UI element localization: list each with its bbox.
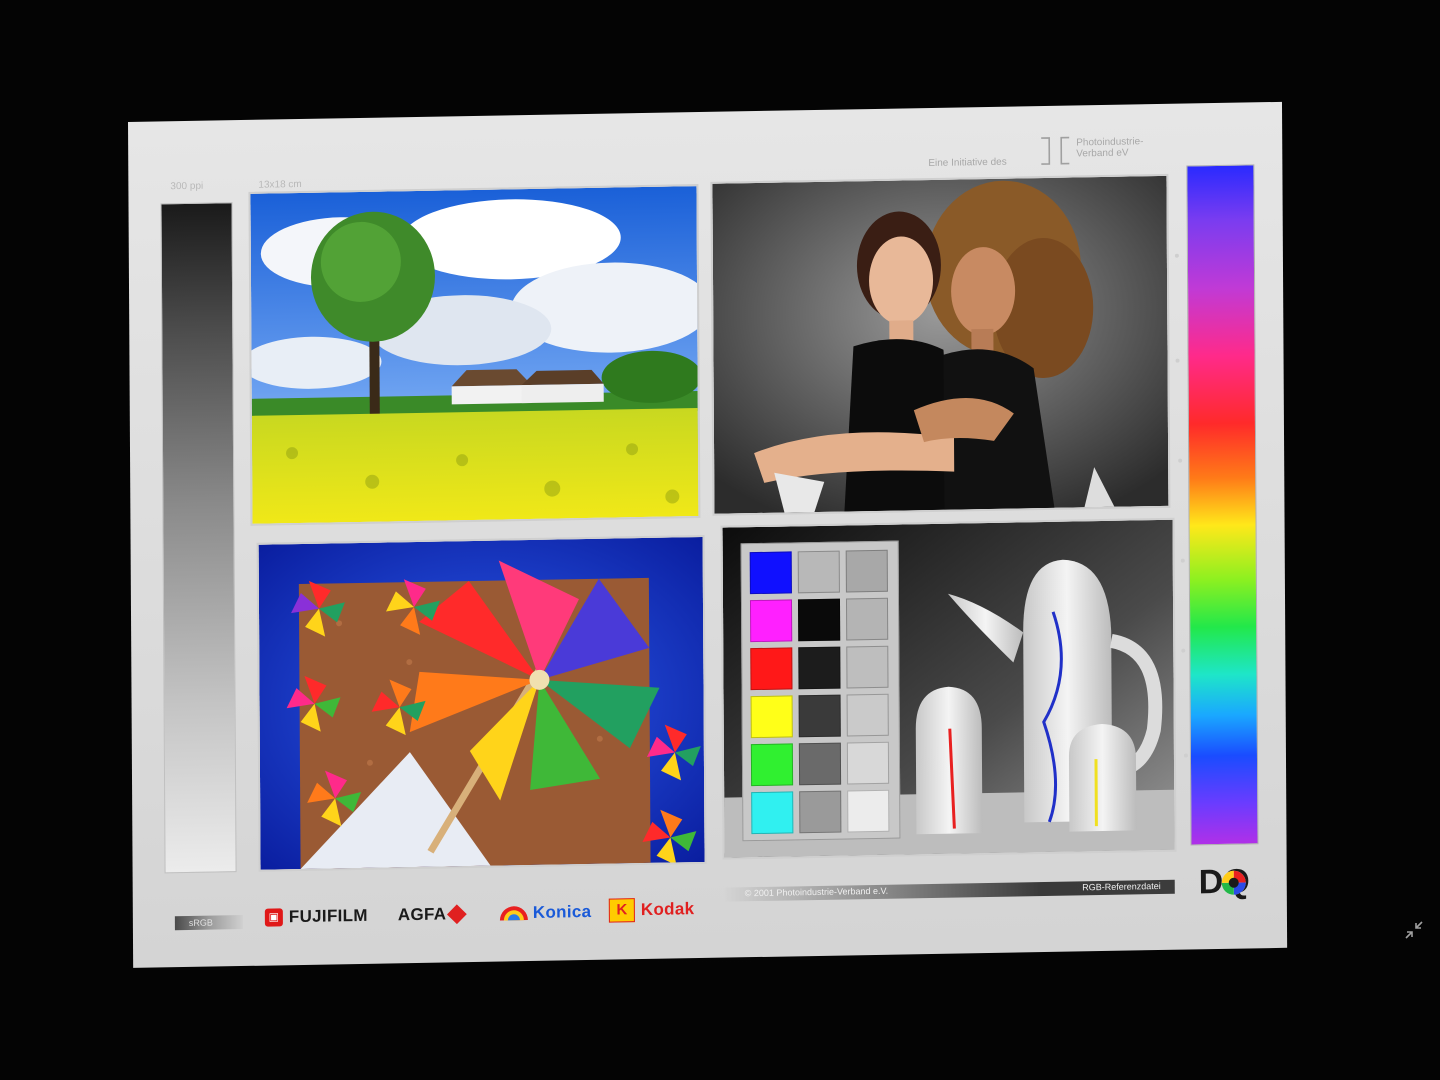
kodak-brand: K Kodak [608, 897, 695, 923]
spectrum-tick [1178, 458, 1183, 463]
spectrum-tick [1175, 358, 1180, 363]
resolution-label: 300 ppi [170, 180, 204, 193]
collapse-arrows-svg [1405, 921, 1423, 939]
rgb-reference-label: RGB-Referenzdatei [1082, 880, 1161, 893]
pinwheels-photo-image [258, 536, 705, 870]
kodak-text: Kodak [640, 899, 695, 920]
spectrum-tick [1181, 648, 1186, 653]
landscape-photo [248, 184, 701, 526]
agfa-rhombus-icon [447, 904, 468, 925]
fujifilm-brand: ▣ FUJIFILM [264, 905, 368, 928]
patch-green [750, 743, 794, 787]
patch-cyan [751, 791, 794, 835]
patch-gray-a6 [799, 790, 842, 834]
test-chart-page: 300 ppi 13x18 cm Eine Initiative des Pho… [128, 101, 1288, 968]
patch-gray-b4 [846, 693, 889, 737]
gray-ramp [160, 202, 237, 874]
patch-gray-a4 [798, 694, 841, 738]
patch-gray-b3 [846, 645, 889, 689]
konica-rainbow-icon [499, 906, 528, 921]
konica-brand: Konica [499, 902, 592, 924]
portrait-photo [710, 173, 1171, 516]
patch-gray-b2 [845, 597, 889, 641]
stilllife-photo [720, 517, 1177, 860]
landscape-photo-image [248, 186, 701, 524]
konica-text: Konica [532, 901, 592, 922]
patch-yellow [750, 695, 793, 739]
print-size-label: 13x18 cm [258, 178, 302, 191]
copyright-text: © 2001 Photoindustrie-Verband e.V. [744, 885, 889, 899]
initiative-label: Eine Initiative des [928, 156, 1007, 170]
patch-gray-a2 [797, 598, 841, 642]
agfa-text: AGFA [397, 904, 447, 925]
patch-gray-a5 [798, 742, 842, 786]
photoindustrie-logo-icon [1041, 136, 1070, 165]
patch-red [750, 647, 793, 691]
patch-gray-b1 [845, 549, 888, 593]
footer-copyright-bar: © 2001 Photoindustrie-Verband e.V. RGB-R… [724, 879, 1175, 902]
patch-magenta [749, 599, 793, 643]
patch-gray-a1 [797, 550, 840, 594]
patch-blue [749, 551, 792, 595]
patch-gray-a3 [798, 646, 841, 690]
patch-gray-b6 [847, 789, 890, 833]
association-name: Photoindustrie- Verband eV [1076, 136, 1144, 160]
collapse-arrows-icon[interactable] [1402, 918, 1426, 942]
srgb-bar: sRGB [174, 915, 243, 931]
portrait-photo-image [712, 175, 1169, 514]
fujifilm-text: FUJIFILM [288, 905, 368, 927]
fujifilm-logo-icon: ▣ [264, 908, 283, 927]
spectrum-bar [1186, 164, 1259, 846]
spectrum-tick [1174, 253, 1179, 258]
color-target-chart [740, 540, 901, 842]
spectrum-tick [1183, 753, 1188, 758]
agfa-brand: AGFA [397, 904, 468, 925]
photoindustrie-logo [1038, 136, 1072, 167]
srgb-label: sRGB [188, 917, 213, 928]
patch-gray-b5 [846, 741, 890, 785]
dq-logo: DQ [1199, 862, 1250, 902]
pinwheels-photo [256, 534, 707, 872]
kodak-k-icon: K [608, 898, 635, 923]
dq-color-wheel-icon [1221, 870, 1246, 895]
spectrum-tick [1180, 558, 1185, 563]
